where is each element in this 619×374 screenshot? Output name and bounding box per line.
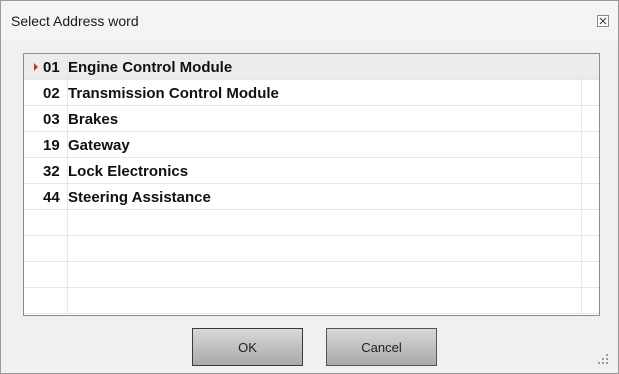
list-item-label: 19 Gateway (43, 137, 130, 154)
cancel-button[interactable]: Cancel (326, 328, 437, 366)
empty-row (24, 262, 599, 288)
address-list[interactable]: 01 Engine Control Module 02 Transmission… (23, 53, 600, 316)
list-item[interactable]: 44 Steering Assistance (24, 184, 599, 210)
list-item[interactable]: 19 Gateway (24, 132, 599, 158)
list-item-label: 03 Brakes (43, 111, 119, 128)
list-item[interactable]: 32 Lock Electronics (24, 158, 599, 184)
list-item-label: 44 Steering Assistance (43, 189, 211, 206)
list-item-label: 01 Engine Control Module (43, 59, 233, 76)
list-item[interactable]: 01 Engine Control Module (24, 54, 599, 80)
empty-row (24, 236, 599, 262)
empty-row (24, 210, 599, 236)
empty-row (24, 288, 599, 314)
list-item-label: 32 Lock Electronics (43, 163, 189, 180)
ok-button[interactable]: OK (192, 328, 303, 366)
title-bar[interactable]: Select Address word (1, 1, 618, 41)
resize-grip-icon[interactable] (596, 352, 610, 366)
list-item-label: 02 Transmission Control Module (43, 85, 279, 102)
list-item[interactable]: 03 Brakes (24, 106, 599, 132)
dialog-title: Select Address word (11, 13, 139, 29)
select-address-dialog: Select Address word 01 Engine Control Mo… (0, 0, 619, 374)
close-icon[interactable] (597, 15, 609, 27)
current-row-arrow-icon (34, 63, 38, 71)
list-item[interactable]: 02 Transmission Control Module (24, 80, 599, 106)
